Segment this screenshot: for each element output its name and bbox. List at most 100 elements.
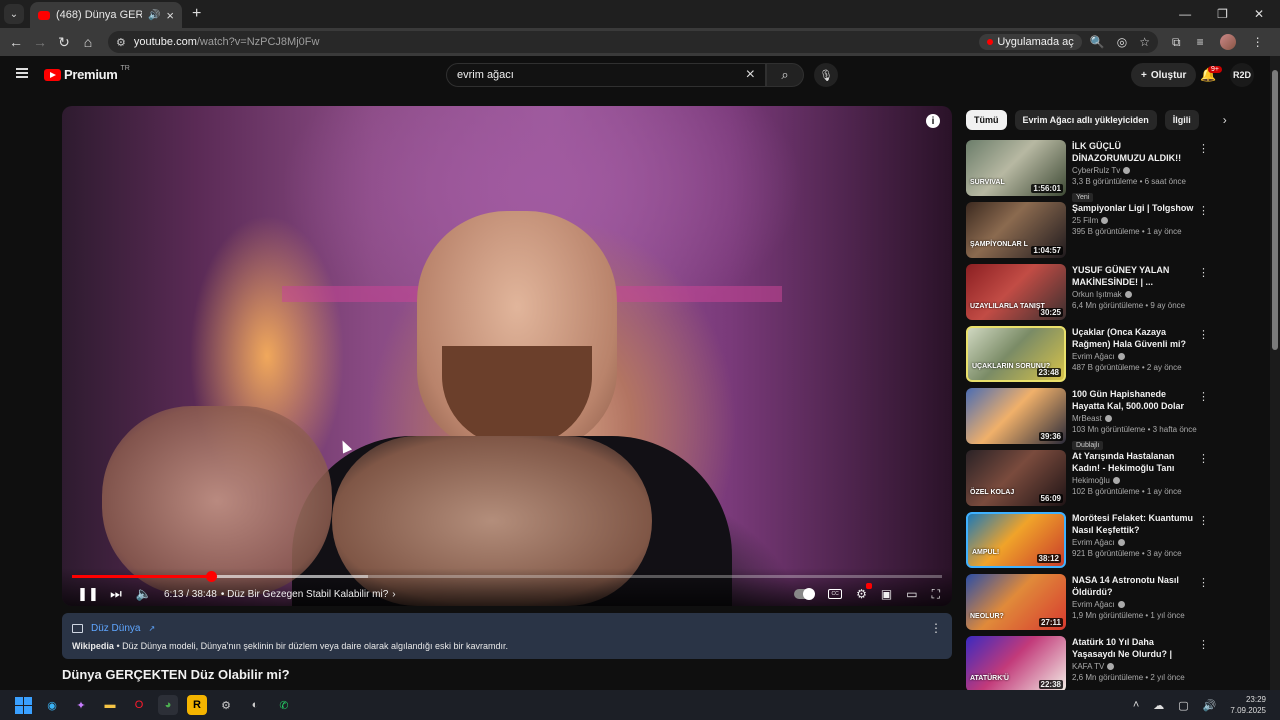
theater-mode-icon[interactable]: ▭ (906, 587, 917, 601)
chip-from-uploader[interactable]: Evrim Ağacı adlı yükleyiciden (1014, 110, 1157, 130)
more-actions-icon[interactable]: ⋮ (1198, 514, 1209, 527)
recommendation-item[interactable]: NEOLUR? 27:11 NASA 14 Astronotu Nasıl Öldü… (966, 574, 1216, 636)
video-thumbnail[interactable]: UZAYLILARLA TANIŞT 30:25 (966, 264, 1066, 320)
scrubber-handle[interactable] (206, 571, 218, 582)
video-thumbnail[interactable]: SURVIVAL 1:56:01 (966, 140, 1066, 196)
info-link[interactable]: Düz Dünya (91, 623, 140, 634)
chapter-title[interactable]: • Düz Bir Gezegen Stabil Kalabilir mi? (221, 589, 388, 600)
more-actions-icon[interactable]: ⋮ (1198, 142, 1209, 155)
speaker-icon[interactable]: 🔊 (148, 10, 160, 21)
youtube-premium-logo[interactable]: Premium TR (44, 65, 130, 82)
tab-search-icon[interactable]: ⌄ (4, 4, 24, 24)
video-thumbnail[interactable]: 39:36 (966, 388, 1066, 444)
steam-icon[interactable]: ◐ (245, 695, 265, 715)
rec-channel[interactable]: Orkun Işıtmak (1072, 290, 1122, 299)
display-icon[interactable]: ▢ (1178, 699, 1188, 712)
more-options-icon[interactable]: ⋮ (930, 621, 942, 635)
new-tab-icon[interactable]: + (192, 5, 201, 23)
video-thumbnail[interactable]: ÖZEL KOLAJ 56:09 (966, 450, 1066, 506)
rec-channel[interactable]: Evrim Ağacı (1072, 600, 1115, 609)
more-actions-icon[interactable]: ⋮ (1198, 576, 1209, 589)
video-thumbnail[interactable]: UÇAKLARIN SORUNU? 23:48 (966, 326, 1066, 382)
fullscreen-icon[interactable]: ⛶ (932, 587, 940, 602)
chip-all[interactable]: Tümü (966, 110, 1007, 130)
clock[interactable]: 23:29 7.09.2025 (1230, 694, 1266, 716)
recommendation-item[interactable]: ŞAMPİYONLAR L 1:04:57 Şampiyonlar Ligi | T… (966, 202, 1216, 264)
chapter-chevron-icon[interactable]: › (392, 589, 395, 600)
recommendation-item[interactable]: ATATÜRK'Ü 22:38 Atatürk 10 Yıl Daha Yaşasa… (966, 636, 1216, 698)
rec-title[interactable]: YUSUF GÜNEY YALAN MAKİNESİNDE! | ... (1072, 264, 1196, 288)
bookmark-star-icon[interactable]: ☆ (1139, 35, 1150, 49)
video-thumbnail[interactable]: AMPUL! 38:12 (966, 512, 1066, 568)
reload-icon[interactable]: ↻ (52, 34, 76, 51)
more-actions-icon[interactable]: ⋮ (1198, 638, 1209, 651)
eye-slash-icon[interactable]: ◎ (1117, 35, 1127, 49)
extensions-icon[interactable]: ⧉ (1172, 35, 1181, 50)
rockstar-launcher-icon[interactable]: R (187, 695, 207, 715)
open-in-app-button[interactable]: Uygulamada aç (979, 34, 1082, 50)
progress-bar[interactable] (72, 571, 942, 582)
rec-channel[interactable]: CyberRulz Tv (1072, 166, 1120, 175)
chip-related[interactable]: İlgili (1164, 110, 1199, 130)
more-actions-icon[interactable]: ⋮ (1198, 390, 1209, 403)
miniplayer-icon[interactable]: ▣ (881, 587, 892, 601)
copilot-icon[interactable]: ✦ (71, 695, 91, 715)
recommendation-item[interactable]: ÖZEL KOLAJ 56:09 At Yarışında Hastalanan K… (966, 450, 1216, 512)
recommendation-item[interactable]: AMPUL! 38:12 Morötesi Felaket: Kuantumu Na… (966, 512, 1216, 574)
account-avatar[interactable]: R2D (1230, 63, 1254, 87)
windows-start-icon[interactable] (13, 695, 33, 715)
settings-gear-icon[interactable]: ⚙ (856, 583, 872, 601)
search-input[interactable]: evrim ağacı × (446, 63, 766, 87)
rec-channel[interactable]: KAFA TV (1072, 662, 1104, 671)
tray-expand-icon[interactable]: ˄ (1133, 699, 1139, 711)
chrome-icon[interactable]: ◕ (158, 695, 178, 715)
opera-icon[interactable]: O (129, 695, 149, 715)
rec-channel[interactable]: Evrim Ağacı (1072, 352, 1115, 361)
close-tab-icon[interactable]: × (166, 8, 174, 23)
info-icon[interactable]: i (926, 114, 940, 128)
file-explorer-icon[interactable]: ▬ (100, 695, 120, 715)
recommendation-item[interactable]: UÇAKLARIN SORUNU? 23:48 Uçaklar (Onca Kaza… (966, 326, 1216, 388)
more-actions-icon[interactable]: ⋮ (1198, 266, 1209, 279)
settings-icon[interactable]: ⚙ (216, 695, 236, 715)
browser-menu-icon[interactable]: ⋮ (1252, 35, 1264, 49)
chevron-right-icon[interactable]: › (1223, 113, 1227, 127)
video-player[interactable]: i ❚❚ ⏭ 🔈 6:13 / 38:48 • Düz Bir Gezegen … (62, 106, 952, 606)
external-link-icon[interactable]: ↗ (148, 624, 155, 633)
whatsapp-icon[interactable]: ✆ (274, 695, 294, 715)
create-button[interactable]: + Oluştur (1131, 63, 1197, 87)
media-controls-icon[interactable]: ≡ (1197, 35, 1204, 49)
more-actions-icon[interactable]: ⋮ (1198, 328, 1209, 341)
rec-title[interactable]: At Yarışında Hastalanan Kadın! - Hekimoğ… (1072, 450, 1196, 474)
speaker-tray-icon[interactable]: 🔊 (1203, 699, 1217, 712)
zoom-icon[interactable]: 🔍 (1090, 35, 1105, 49)
site-info-icon[interactable]: ⚙ (116, 36, 126, 49)
rec-title[interactable]: İLK GÜÇLÜ DİNAZORUMUZU ALDIK!! ARK SURVI… (1072, 140, 1196, 164)
subtitles-icon[interactable]: CC (828, 589, 843, 599)
more-actions-icon[interactable]: ⋮ (1198, 204, 1209, 217)
next-video-icon[interactable]: ⏭ (102, 586, 130, 602)
pause-icon[interactable]: ❚❚ (74, 586, 102, 602)
video-thumbnail[interactable]: ŞAMPİYONLAR L 1:04:57 (966, 202, 1066, 258)
more-actions-icon[interactable]: ⋮ (1198, 452, 1209, 465)
video-thumbnail[interactable]: NEOLUR? 27:11 (966, 574, 1066, 630)
autoplay-toggle[interactable] (794, 588, 816, 600)
edge-browser-icon[interactable]: ◉ (42, 695, 62, 715)
home-icon[interactable]: ⌂ (76, 34, 100, 50)
rec-channel[interactable]: 25 Film (1072, 216, 1098, 225)
rec-title[interactable]: Morötesi Felaket: Kuantumu Nasıl Keşfett… (1072, 512, 1196, 536)
page-scrollbar[interactable] (1270, 56, 1280, 690)
rec-title[interactable]: Uçaklar (Onca Kazaya Rağmen) Hala Güvenl… (1072, 326, 1196, 350)
rec-channel[interactable]: Hekimoğlu (1072, 476, 1110, 485)
minimize-icon[interactable]: — (1179, 7, 1191, 21)
voice-search-button[interactable]: 🎙 (814, 63, 838, 87)
recommendation-item[interactable]: 39:36 100 Gün Hapishanede Hayatta Kal, 50… (966, 388, 1216, 450)
search-button[interactable]: ⌕ (766, 63, 804, 87)
hamburger-menu-icon[interactable] (16, 68, 28, 78)
address-bar[interactable]: ⚙ youtube.com/watch?v=NzPCJ8Mj0Fw Uygula… (108, 31, 1158, 53)
recommendation-item[interactable]: UZAYLILARLA TANIŞT 30:25 YUSUF GÜNEY YALAN… (966, 264, 1216, 326)
rec-title[interactable]: NASA 14 Astronotu Nasıl Öldürdü? (1072, 574, 1196, 598)
forward-icon[interactable]: → (28, 34, 52, 50)
rec-title[interactable]: Atatürk 10 Yıl Daha Yaşasaydı Ne Olurdu?… (1072, 636, 1196, 660)
browser-tab[interactable]: (468) Dünya GERÇEKTEN Dü 🔊 × (30, 2, 182, 28)
